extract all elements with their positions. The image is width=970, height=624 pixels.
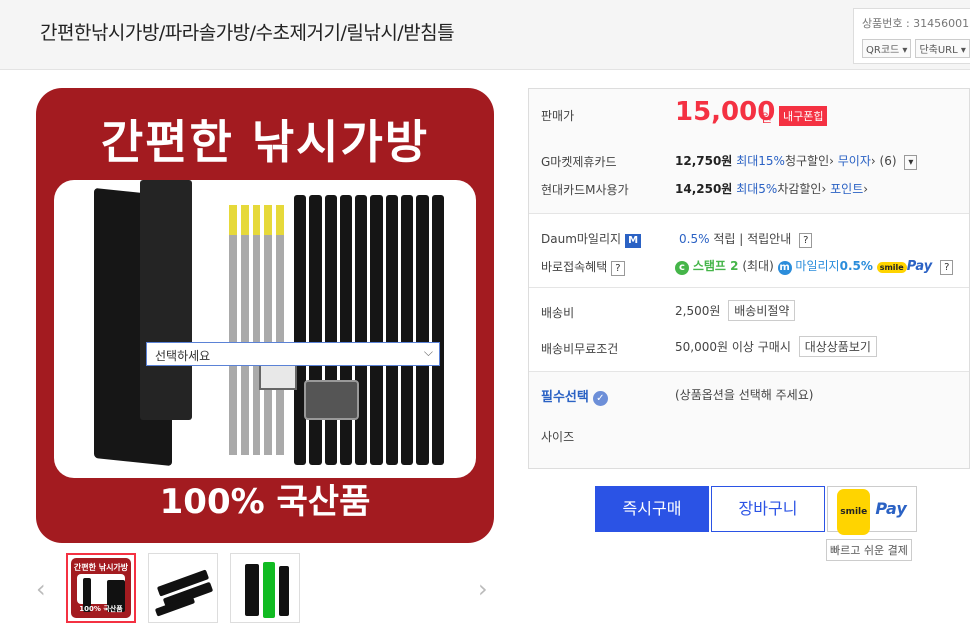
image-headline: 간편한 낚시가방 (100, 115, 430, 169)
thumbnail-2[interactable] (148, 553, 218, 623)
smile-logo-icon: smile (876, 262, 907, 273)
card-row-2: 14,250원 최대5%차감할인› 포인트› (675, 182, 869, 196)
thumb-next-arrow-icon[interactable]: › (478, 575, 488, 603)
required-option-hint: (상품옵션을 선택해 주세요) (675, 388, 814, 402)
shipping-section: 배송비 2,500원 배송비절약 배송비무료조건 50,000원 이상 구매시 … (529, 288, 969, 372)
main-product-image[interactable]: 간편한 낚시가방 100% 국산품 (36, 88, 494, 543)
chevron-right-icon: › (821, 182, 827, 196)
mileage-m-icon: m (777, 261, 792, 275)
tackle-box-shape (304, 380, 359, 420)
option-section: 필수선택 ✓ (상품옵션을 선택해 주세요) 사이즈 (529, 372, 969, 468)
image-footer: 100% 국산품 (159, 482, 371, 522)
card-discount-2[interactable]: 최대5% (736, 182, 777, 196)
price-label: 판매가 (541, 109, 575, 123)
smile-pay-button[interactable]: smile Pay (827, 486, 917, 535)
card-discount-1[interactable]: 최대15% (736, 154, 785, 168)
product-code-box: 상품번호 : 3145600134 QR코드 ▾ 단축URL ▾ (853, 8, 970, 64)
size-select[interactable]: 선택하세요 ⌵ (146, 342, 440, 366)
card-row-1: 12,750원 최대15%청구할인› 무이자› (6) ▾ (675, 152, 918, 170)
check-icon: ✓ (592, 391, 608, 406)
help-icon[interactable]: ? (611, 261, 625, 276)
free-shipping-value: 50,000원 이상 구매시 대상상품보기 (675, 336, 877, 357)
product-info-panel: 판매가 15,000 원 내구폰힙 G마켓제휴카드 12,750원 최대15%청… (528, 88, 970, 469)
expand-chevron-icon[interactable]: ▾ (904, 155, 918, 170)
direct-benefit-label: 바로접속혜택? (541, 258, 625, 276)
point-link[interactable]: 포인트 (830, 182, 863, 196)
daum-mileage-label: Daum마일리지 M (541, 230, 642, 248)
image-product-panel (54, 180, 476, 478)
smile-pay-tooltip: 빠르고 쉬운 결제 (826, 539, 912, 561)
chevron-down-icon: ⌵ (423, 345, 433, 359)
chevron-right-icon: › (829, 154, 834, 168)
daum-m-icon: M (625, 234, 642, 248)
short-url-button[interactable]: 단축URL ▾ (915, 39, 970, 58)
price-badge: 내구폰힙 (779, 106, 828, 126)
price-unit: 원 (761, 111, 773, 125)
rod-holders-shape (229, 205, 284, 455)
help-icon[interactable]: ? (940, 260, 954, 275)
chevron-right-icon: › (863, 182, 869, 196)
buy-now-button[interactable]: 즉시구매 (595, 486, 709, 532)
daum-mileage-value: 0.5% 적립 | 적립안내 ? (679, 230, 813, 248)
shipping-save-button[interactable]: 배송비절약 (728, 300, 796, 321)
bag-strap-shape (140, 180, 192, 420)
thumbnail-1[interactable]: 간편한 낚시가방 100% 국산품 (66, 553, 136, 623)
size-label: 사이즈 (541, 430, 575, 444)
thumbnail-1-footer: 100% 국산품 (79, 605, 123, 613)
thumbnail-1-title: 간편한 낚시가방 (73, 563, 129, 572)
help-icon[interactable]: ? (799, 233, 813, 248)
benefit-section: Daum마일리지 M 0.5% 적립 | 적립안내 ? 바로접속혜택? c 스탬프… (529, 214, 969, 288)
smile-logo-icon: smile (837, 489, 871, 535)
stamp-icon: c (675, 261, 689, 275)
price-section: 판매가 15,000 원 내구폰힙 G마켓제휴카드 12,750원 최대15%청… (529, 89, 969, 214)
shipping-fee-value: 2,500원 배송비절약 (675, 300, 796, 321)
target-products-button[interactable]: 대상상품보기 (798, 336, 877, 357)
qr-code-button[interactable]: QR코드 ▾ (862, 39, 912, 58)
product-header: 간편한낚시가방/파라솔가방/수초제거기/릴낚시/받침틀 상품번호 : 31456… (0, 0, 970, 70)
shipping-fee-label: 배송비 (541, 306, 575, 320)
card-label-1: G마켓제휴카드 (541, 155, 617, 169)
poles-shape (294, 195, 444, 465)
chevron-right-icon: › (870, 154, 876, 168)
thumb-prev-arrow-icon[interactable]: ‹ (36, 575, 46, 603)
product-title: 간편한낚시가방/파라솔가방/수초제거기/릴낚시/받침틀 (40, 22, 455, 44)
thumbnail-3[interactable] (230, 553, 300, 623)
product-number: 상품번호 : 3145600134 (862, 17, 970, 30)
direct-benefit-value: c 스탬프 2 (최대) m 마일리지0.5% smile Pay ? (675, 257, 954, 275)
free-shipping-label: 배송비무료조건 (541, 342, 619, 356)
card-label-2: 현대카드M사용가 (541, 183, 629, 197)
add-to-cart-button[interactable]: 장바구니 (711, 486, 825, 532)
required-option-label: 필수선택 ✓ (541, 386, 608, 406)
interest-free-link[interactable]: 무이자 (838, 154, 871, 168)
thumbnail-strip: ‹ 간편한 낚시가방 100% 국산품 › (36, 553, 494, 623)
